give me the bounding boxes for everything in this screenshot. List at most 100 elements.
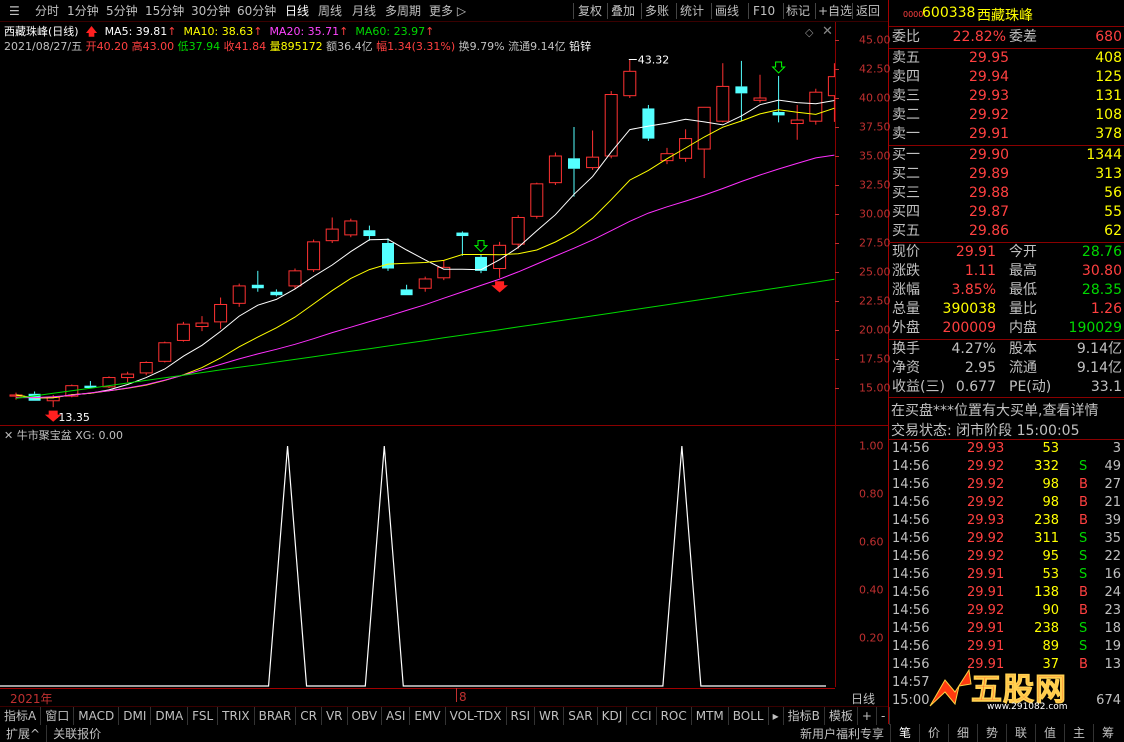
stat-value: 200009	[942, 320, 996, 336]
stat-label: 外盘	[892, 320, 920, 336]
toolbar-button-2[interactable]: 多账	[645, 0, 669, 22]
toolbar-button-6[interactable]: 标记	[786, 0, 810, 22]
indicator-tab-12[interactable]: EMV	[410, 706, 446, 725]
toolbar-separator	[711, 3, 712, 19]
indicator-tab-9[interactable]: VR	[322, 706, 348, 725]
toolbar-button-3[interactable]: 统计	[680, 0, 704, 22]
indicator-tab-10[interactable]: OBV	[348, 706, 383, 725]
period-tab-10[interactable]: 更多 ▷	[424, 0, 471, 22]
candle	[232, 283, 246, 307]
quote-subtab-6[interactable]: 主	[1064, 724, 1093, 742]
weicha-label: 委差	[1009, 29, 1037, 45]
toolbar-button-1[interactable]: 叠加	[611, 0, 635, 22]
stat-label2: 量比	[1009, 301, 1037, 317]
indicator-chart[interactable]	[0, 426, 835, 688]
period-tab-6[interactable]: 日线	[280, 0, 314, 22]
indicator-tab-14[interactable]: RSI	[507, 706, 536, 725]
indicator-tab-20[interactable]: MTM	[692, 706, 729, 725]
menu-icon[interactable]: ☰	[4, 0, 25, 22]
indicator-tab-15[interactable]: WR	[535, 706, 565, 725]
candle-body	[195, 322, 209, 328]
candle	[307, 239, 321, 272]
tick-time: 14:56	[892, 585, 930, 600]
period-tab-8[interactable]: 月线	[347, 0, 381, 22]
candle	[456, 231, 469, 256]
indicator-axis: 1.00 0.80 0.60 0.40 0.20	[835, 426, 887, 688]
tick-row: 14:56 29.93 53 3	[889, 440, 1124, 458]
tick-time: 14:56	[892, 459, 930, 474]
bid-qty: 313	[1095, 166, 1122, 182]
bid-row: 买一 29.90 1344	[889, 146, 1124, 165]
stat-row: 涨跌 1.11 最高 30.80	[889, 262, 1124, 281]
period-tab-2[interactable]: 5分钟	[101, 0, 143, 22]
bid-qty: 62	[1104, 223, 1122, 239]
expand-button[interactable]: 扩展^	[0, 725, 46, 742]
indicator-tab-18[interactable]: CCI	[627, 706, 657, 725]
indicator-tab-24[interactable]: 模板	[825, 706, 858, 725]
indicator-tab-6[interactable]: TRIX	[218, 706, 255, 725]
stat-label: 总量	[892, 301, 920, 317]
toolbar-button-8[interactable]: 返回	[856, 0, 880, 22]
candle	[176, 321, 190, 342]
indicator-tab-25[interactable]: +	[858, 706, 877, 725]
quote-subtab-0[interactable]: 笔	[890, 724, 919, 742]
quote-subtab-2[interactable]: 细	[948, 724, 977, 742]
period-tab-9[interactable]: 多周期	[380, 0, 426, 22]
candle	[827, 63, 835, 122]
watermark-url: www.291082.com	[987, 702, 1068, 712]
indicator-tab-22[interactable]: ▸	[769, 706, 784, 725]
quote-subtab-3[interactable]: 势	[977, 724, 1006, 742]
indicator-tab-3[interactable]: DMI	[119, 706, 152, 725]
ma10-line	[15, 107, 835, 399]
quote-subtab-4[interactable]: 联	[1006, 724, 1035, 742]
indicator-tab-7[interactable]: BRAR	[255, 706, 297, 725]
period-label[interactable]: 日线	[851, 690, 875, 707]
indicator-tab-23[interactable]: 指标B	[784, 706, 825, 725]
indicator-tab-0[interactable]: 指标A	[0, 706, 42, 725]
quote-subtab-1[interactable]: 价	[919, 724, 948, 742]
period-tab-7[interactable]: 周线	[313, 0, 347, 22]
candle-body	[660, 153, 674, 162]
toolbar-button-7[interactable]: +自选	[818, 0, 852, 22]
period-tab-3[interactable]: 15分钟	[140, 0, 189, 22]
candle-body	[697, 106, 711, 150]
indicator-tab-2[interactable]: MACD	[74, 706, 120, 725]
period-tab-1[interactable]: 1分钟	[62, 0, 104, 22]
price-tick-mark	[835, 272, 839, 273]
period-tab-4[interactable]: 30分钟	[186, 0, 235, 22]
indicator-tab-1[interactable]: 窗口	[41, 706, 75, 725]
indicator-tab-21[interactable]: BOLL	[729, 706, 769, 725]
indicator-tab-11[interactable]: ASI	[382, 706, 411, 725]
price-tick-label: 25.00	[859, 265, 891, 279]
period-tab-0[interactable]: 分时	[30, 0, 64, 22]
bid-price: 29.89	[969, 166, 1010, 182]
candle	[753, 74, 767, 103]
candle-body	[642, 108, 655, 139]
indicator-tab-17[interactable]: KDJ	[598, 706, 628, 725]
indicator-tab-13[interactable]: VOL-TDX	[446, 706, 507, 725]
new-user-promo[interactable]: 新用户福利专享	[800, 725, 884, 742]
toolbar-button-4[interactable]: 画线	[715, 0, 739, 22]
period-tab-5[interactable]: 60分钟	[232, 0, 281, 22]
indicator-tab-5[interactable]: FSL	[188, 706, 219, 725]
stat-label2: 内盘	[1009, 320, 1037, 336]
stat-label: 涨幅	[892, 282, 920, 298]
xaxis-line	[0, 688, 835, 689]
indicator-tab-8[interactable]: CR	[296, 706, 322, 725]
toolbar-button-0[interactable]: 复权	[578, 0, 602, 22]
candlestick-chart[interactable]: 43.32←13.35	[0, 22, 835, 426]
tick-qty: 53	[1042, 567, 1059, 582]
tick-price: 29.92	[967, 477, 1005, 492]
quote-subtab-7[interactable]: 筹	[1093, 724, 1122, 742]
tick-count: 49	[1104, 459, 1121, 474]
quote-subtab-5[interactable]: 值	[1035, 724, 1064, 742]
tick-qty: 332	[1034, 459, 1059, 474]
related-quote-button[interactable]: 关联报价	[46, 724, 107, 742]
indicator-tab-4[interactable]: DMA	[151, 706, 189, 725]
toolbar-button-5[interactable]: F10	[753, 0, 775, 22]
tick-price: 29.93	[967, 441, 1005, 456]
candle	[809, 88, 823, 125]
indicator-tab-19[interactable]: ROC	[657, 706, 692, 725]
indicator-tab-16[interactable]: SAR	[564, 706, 598, 725]
big-order-notice[interactable]: 在买盘***位置有大买单,查看详情	[891, 400, 1098, 420]
